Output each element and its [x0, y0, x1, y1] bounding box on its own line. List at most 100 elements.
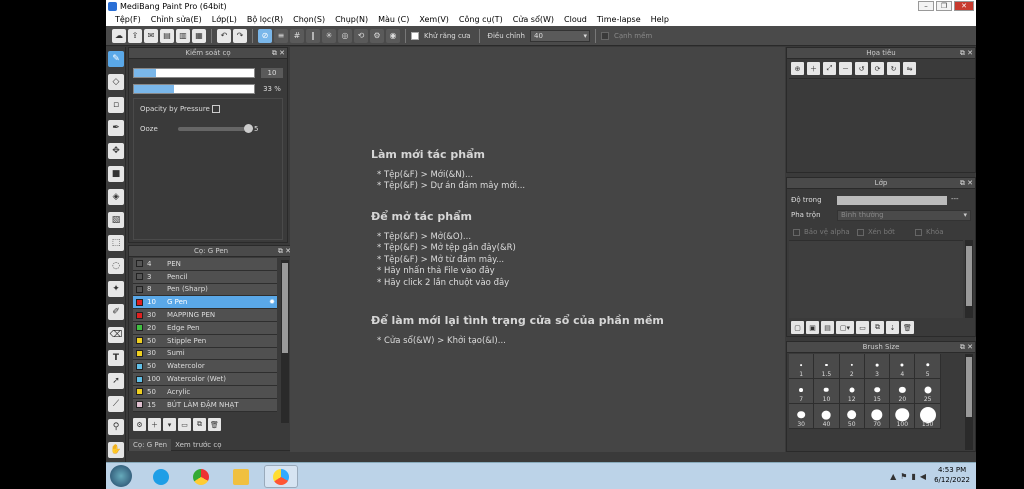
clipping-checkbox[interactable]	[857, 228, 864, 236]
tray-arrow-icon[interactable]: ▲	[890, 472, 896, 481]
add-layer-menu-icon[interactable]: ▢▾	[836, 321, 854, 334]
undo-icon[interactable]: ↶	[217, 28, 231, 43]
snap-grid-icon[interactable]: #	[290, 28, 304, 43]
lasso-tool-icon[interactable]: ◌	[108, 258, 124, 274]
snap-curve-icon[interactable]: ⟲	[354, 28, 368, 43]
start-button-icon[interactable]	[110, 465, 132, 487]
tab-brush-preview[interactable]: Xem trước cọ	[171, 439, 225, 451]
hand-tool-icon[interactable]: ✋	[108, 442, 124, 458]
panel-close-icon[interactable]: ⧉ ✕	[272, 48, 285, 59]
soft-edge-checkbox[interactable]	[601, 31, 609, 40]
menu-tools[interactable]: Công cụ(T)	[454, 13, 508, 26]
rotate-reset-icon[interactable]: ⟳	[871, 62, 884, 75]
opacity-slider[interactable]: 33 %	[133, 84, 283, 94]
snap-off-icon[interactable]: ⊘	[258, 28, 272, 43]
menu-cloud[interactable]: Cloud	[559, 13, 592, 26]
brush-item[interactable]: 50 Watercolor	[133, 360, 277, 374]
comment-icon[interactable]: ✉	[144, 28, 158, 43]
duplicate-icon[interactable]: ⧉	[193, 418, 206, 431]
menu-edit[interactable]: Chỉnh sửa(E)	[146, 13, 207, 26]
maximize-button[interactable]: ❐	[936, 1, 952, 11]
gradient-tool-icon[interactable]: ▧	[108, 212, 124, 228]
size-slider[interactable]: 10	[133, 68, 283, 78]
brush-item[interactable]: 3 Pencil	[133, 270, 277, 284]
brush-size-cell[interactable]: 7	[789, 379, 815, 404]
menu-color[interactable]: Màu (C)	[373, 13, 414, 26]
menu-filter[interactable]: Bộ lọc(R)	[242, 13, 288, 26]
select-eraser-icon[interactable]: ⌫	[108, 327, 124, 343]
flip-icon[interactable]: ⇋	[903, 62, 916, 75]
brush-size-cell[interactable]: 40	[814, 404, 840, 429]
pen-tool-icon[interactable]: ✒	[108, 120, 124, 136]
move-tool-icon[interactable]: ✥	[108, 143, 124, 159]
brush-size-cell[interactable]: 1	[789, 354, 815, 379]
fit-screen-icon[interactable]: ⤢	[823, 62, 836, 75]
brush-size-cell[interactable]: 30	[789, 404, 815, 429]
brush-size-cell[interactable]: 25	[915, 379, 941, 404]
panel-close-icon[interactable]: ⧉ ✕	[960, 178, 973, 189]
layer-folder-icon[interactable]: ▭	[856, 321, 869, 334]
menu-select[interactable]: Chọn(S)	[288, 13, 330, 26]
brush-item[interactable]: 100 Watercolor (Wet)	[133, 373, 277, 386]
menu-capture[interactable]: Chụp(N)	[330, 13, 373, 26]
navigator-preview[interactable]	[789, 78, 975, 170]
menu-window[interactable]: Cửa sổ(W)	[508, 13, 559, 26]
document-icon[interactable]: ▤	[160, 28, 174, 43]
delete-layer-icon[interactable]: 🗑	[901, 321, 914, 334]
ooze-knob[interactable]	[244, 124, 253, 133]
new-layer-icon[interactable]: ▢	[791, 321, 804, 334]
redo-icon[interactable]: ↷	[233, 28, 247, 43]
brush-size-scrollbar[interactable]	[965, 354, 973, 450]
new-halftone-layer-icon[interactable]: ▣	[806, 321, 819, 334]
snap-radial-icon[interactable]: ✳	[322, 28, 336, 43]
select-pen-icon[interactable]: ✐	[108, 304, 124, 320]
brush-item[interactable]: 50 Acrylic	[133, 385, 277, 399]
brush-item[interactable]: 8 Pen (Sharp)	[133, 283, 277, 297]
brush-size-cell[interactable]: 50	[839, 404, 865, 429]
page-icon[interactable]: ▥	[176, 28, 190, 43]
add-brush-icon[interactable]: ＋	[148, 418, 161, 431]
menu-layer[interactable]: Lớp(L)	[207, 13, 242, 26]
snap-target-icon[interactable]: ◉	[386, 28, 400, 43]
canvas-area[interactable]: Làm mới tác phẩm * Tệp(&F) > Mới(&N)... …	[290, 47, 785, 452]
brush-size-cell[interactable]: 10	[814, 379, 840, 404]
antialias-checkbox[interactable]	[411, 31, 419, 40]
opacity-pressure-checkbox[interactable]	[212, 105, 221, 113]
brush-size-cell[interactable]: 70	[864, 404, 891, 429]
zoom-out-icon[interactable]: －	[839, 62, 852, 75]
select-tool-icon[interactable]: ⬚	[108, 235, 124, 251]
menu-file[interactable]: Tệp(F)	[110, 13, 146, 26]
magic-wand-icon[interactable]: ✦	[108, 281, 124, 297]
cloud-icon[interactable]: ☁	[112, 28, 126, 43]
layer-list-scrollbar[interactable]	[965, 240, 973, 318]
medibang-taskbar-icon[interactable]	[264, 465, 298, 488]
divide-tool-icon[interactable]: ⟋	[108, 396, 124, 412]
ooze-slider[interactable]	[178, 124, 253, 133]
tab-brush[interactable]: Cọ: G Pen	[129, 439, 172, 451]
brush-item[interactable]: 20 Edge Pen	[133, 321, 277, 335]
shape-tool-icon[interactable]: ■	[108, 166, 124, 182]
brush-settings-icon[interactable]: ⚙	[133, 418, 146, 431]
duplicate-layer-icon[interactable]: ⧉	[871, 321, 884, 334]
skype-icon[interactable]	[144, 465, 178, 488]
tray-volume-icon[interactable]: ◀	[920, 472, 926, 481]
tray-network-icon[interactable]: ▮	[911, 472, 915, 481]
eyedropper-icon[interactable]: ⚲	[108, 419, 124, 435]
adjust-select[interactable]: 40	[530, 29, 590, 42]
minimize-button[interactable]: –	[918, 1, 934, 11]
brush-menu-icon[interactable]: ▾	[163, 418, 176, 431]
folder-icon[interactable]: ▭	[178, 418, 191, 431]
brush-size-cell[interactable]: 15	[864, 379, 891, 404]
clock[interactable]: 4:53 PM 6/12/2022	[934, 465, 970, 485]
tray-flag-icon[interactable]: ⚑	[900, 472, 907, 481]
close-button[interactable]: ✕	[954, 1, 974, 11]
zoom-fit-icon[interactable]: ⊕	[791, 62, 804, 75]
merge-layer-icon[interactable]: ⇣	[886, 321, 899, 334]
menu-view[interactable]: Xem(V)	[414, 13, 454, 26]
grid-icon[interactable]: ▦	[192, 28, 206, 43]
brush-size-cell[interactable]: 2	[839, 354, 865, 379]
new-8bit-layer-icon[interactable]: ▤	[821, 321, 834, 334]
text-tool-icon[interactable]: T	[108, 350, 124, 366]
zoom-in-icon[interactable]: ＋	[807, 62, 820, 75]
blend-select[interactable]: Bình thường	[837, 210, 971, 221]
